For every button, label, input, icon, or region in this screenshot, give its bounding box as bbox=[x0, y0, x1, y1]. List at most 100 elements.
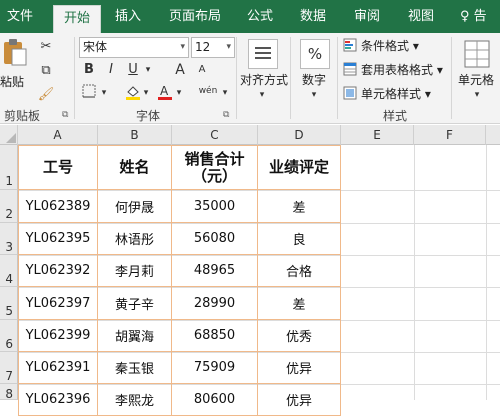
row-header-5[interactable]: 5 bbox=[0, 287, 18, 320]
tab-formulas[interactable]: 公式 bbox=[240, 0, 280, 33]
sales-total-cell[interactable]: 75909 bbox=[172, 352, 258, 384]
employee-id-cell[interactable]: YL062396 bbox=[18, 384, 98, 416]
rating-cell[interactable]: 差 bbox=[258, 190, 341, 223]
table-header-cell[interactable]: 工号 bbox=[18, 145, 98, 190]
font-launcher-icon[interactable]: ⧉ bbox=[223, 110, 229, 120]
row-header-8[interactable]: 8 bbox=[0, 384, 18, 401]
chevron-down-icon[interactable]: ▾ bbox=[99, 83, 109, 103]
table-format-button[interactable]: 套用表格格式 ▾ bbox=[361, 61, 443, 78]
column-headers: A B C D E F bbox=[0, 125, 500, 145]
paste-icon[interactable] bbox=[2, 37, 28, 69]
name-cell[interactable]: 秦玉银 bbox=[98, 352, 172, 384]
copy-icon[interactable]: ⧉ bbox=[36, 61, 56, 81]
chevron-down-icon[interactable]: ▾ bbox=[174, 83, 184, 103]
column-header-e[interactable]: E bbox=[341, 125, 414, 145]
chevron-down-icon[interactable]: ▾ bbox=[143, 60, 153, 80]
name-cell[interactable]: 胡翼海 bbox=[98, 320, 172, 352]
border-icon[interactable] bbox=[79, 83, 99, 103]
font-name-select[interactable]: 宋体 ▾ bbox=[79, 37, 189, 58]
employee-id-cell[interactable]: YL062399 bbox=[18, 320, 98, 352]
divider bbox=[236, 37, 237, 119]
select-all-corner[interactable] bbox=[0, 125, 18, 145]
rating-cell[interactable]: 优秀 bbox=[258, 320, 341, 352]
chevron-down-icon[interactable]: ▾ bbox=[307, 85, 321, 105]
format-painter-icon[interactable]: 🖌 bbox=[36, 85, 56, 105]
sales-total-cell[interactable]: 68850 bbox=[172, 320, 258, 352]
row-header-7[interactable]: 7 bbox=[0, 352, 18, 384]
sales-total-cell[interactable]: 48965 bbox=[172, 255, 258, 287]
employee-id-cell[interactable]: YL062397 bbox=[18, 287, 98, 320]
row-header-3[interactable]: 3 bbox=[0, 223, 18, 255]
conditional-format-label: 条件格式 bbox=[361, 39, 410, 53]
sales-total-cell[interactable]: 80600 bbox=[172, 384, 258, 416]
column-header-d[interactable]: D bbox=[258, 125, 341, 145]
tab-home[interactable]: 开始 bbox=[53, 5, 101, 34]
font-size-select[interactable]: 12 ▾ bbox=[191, 37, 235, 58]
fill-color-icon[interactable] bbox=[123, 83, 143, 103]
column-header-a[interactable]: A bbox=[18, 125, 98, 145]
chevron-down-icon[interactable]: ▾ bbox=[141, 83, 151, 103]
underline-button[interactable]: U bbox=[123, 60, 143, 80]
cells-icon[interactable] bbox=[463, 39, 491, 69]
shrink-font-button[interactable]: A bbox=[192, 60, 212, 80]
tab-file[interactable]: 文件 bbox=[0, 0, 40, 33]
cut-icon[interactable]: ✂ bbox=[36, 37, 56, 57]
tab-insert[interactable]: 插入 bbox=[106, 0, 150, 33]
chevron-down-icon[interactable]: ▾ bbox=[220, 83, 230, 103]
rating-cell[interactable]: 合格 bbox=[258, 255, 341, 287]
rating-cell[interactable]: 良 bbox=[258, 223, 341, 255]
chevron-down-icon[interactable]: ▾ bbox=[255, 85, 269, 105]
employee-id-cell[interactable]: YL062391 bbox=[18, 352, 98, 384]
tab-review[interactable]: 审阅 bbox=[346, 0, 388, 33]
table-header-cell[interactable]: 姓名 bbox=[98, 145, 172, 190]
paste-button[interactable]: 粘贴 bbox=[0, 73, 24, 90]
grow-font-button[interactable]: A bbox=[170, 60, 190, 80]
row-header-4[interactable]: 4 bbox=[0, 255, 18, 287]
clipboard-group-label: 剪贴板 bbox=[4, 109, 41, 123]
row-header-1[interactable]: 1 bbox=[0, 145, 18, 190]
name-cell[interactable]: 黄子辛 bbox=[98, 287, 172, 320]
font-color-icon[interactable]: A bbox=[155, 83, 175, 103]
employee-id-cell[interactable]: YL062389 bbox=[18, 190, 98, 223]
conditional-format-button[interactable]: 条件格式 ▾ bbox=[361, 37, 419, 54]
row-header-6[interactable]: 6 bbox=[0, 320, 18, 352]
sales-total-cell[interactable]: 56080 bbox=[172, 223, 258, 255]
column-header-f[interactable]: F bbox=[414, 125, 486, 145]
rating-cell[interactable]: 差 bbox=[258, 287, 341, 320]
table-header-cell[interactable]: 业绩评定 bbox=[258, 145, 341, 190]
chevron-down-icon: ▾ bbox=[226, 42, 231, 52]
styles-group-label: 样式 bbox=[383, 109, 408, 123]
employee-id-cell[interactable]: YL062392 bbox=[18, 255, 98, 287]
name-cell[interactable]: 何伊晟 bbox=[98, 190, 172, 223]
column-header-c[interactable]: C bbox=[172, 125, 258, 145]
align-icon[interactable] bbox=[248, 39, 278, 69]
font-name-value: 宋体 bbox=[83, 40, 108, 54]
tab-page-layout[interactable]: 页面布局 bbox=[160, 0, 230, 33]
row-header-2[interactable]: 2 bbox=[0, 190, 18, 223]
tell-me-hint[interactable]: ♀ 告 bbox=[460, 0, 487, 33]
phonetic-guide-button[interactable]: wén bbox=[198, 81, 218, 101]
chevron-down-icon[interactable]: ▾ bbox=[470, 85, 484, 105]
clipboard-launcher-icon[interactable]: ⧉ bbox=[62, 110, 68, 120]
bold-button[interactable]: B bbox=[79, 60, 99, 80]
column-header-b[interactable]: B bbox=[98, 125, 172, 145]
number-format-icon[interactable]: % bbox=[300, 39, 330, 69]
divider bbox=[290, 37, 291, 119]
name-cell[interactable]: 林语彤 bbox=[98, 223, 172, 255]
tab-view[interactable]: 视图 bbox=[400, 0, 442, 33]
name-cell[interactable]: 李熙龙 bbox=[98, 384, 172, 416]
table-format-label: 套用表格格式 bbox=[361, 63, 434, 77]
ribbon-tab-bar: 文件 开始 插入 页面布局 公式 数据 审阅 视图 ♀ 告 bbox=[0, 0, 500, 34]
table-header-cell[interactable]: 销售合计 （元） bbox=[172, 145, 258, 190]
svg-text:A: A bbox=[160, 84, 169, 98]
cell-style-button[interactable]: 单元格样式 ▾ bbox=[361, 85, 431, 102]
name-cell[interactable]: 李月莉 bbox=[98, 255, 172, 287]
employee-id-cell[interactable]: YL062395 bbox=[18, 223, 98, 255]
rating-cell[interactable]: 优异 bbox=[258, 384, 341, 416]
sales-total-cell[interactable]: 28990 bbox=[172, 287, 258, 320]
cell-style-label: 单元格样式 bbox=[361, 87, 422, 101]
rating-cell[interactable]: 优异 bbox=[258, 352, 341, 384]
tab-data[interactable]: 数据 bbox=[292, 0, 334, 33]
sales-total-cell[interactable]: 35000 bbox=[172, 190, 258, 223]
italic-button[interactable]: I bbox=[101, 60, 121, 80]
